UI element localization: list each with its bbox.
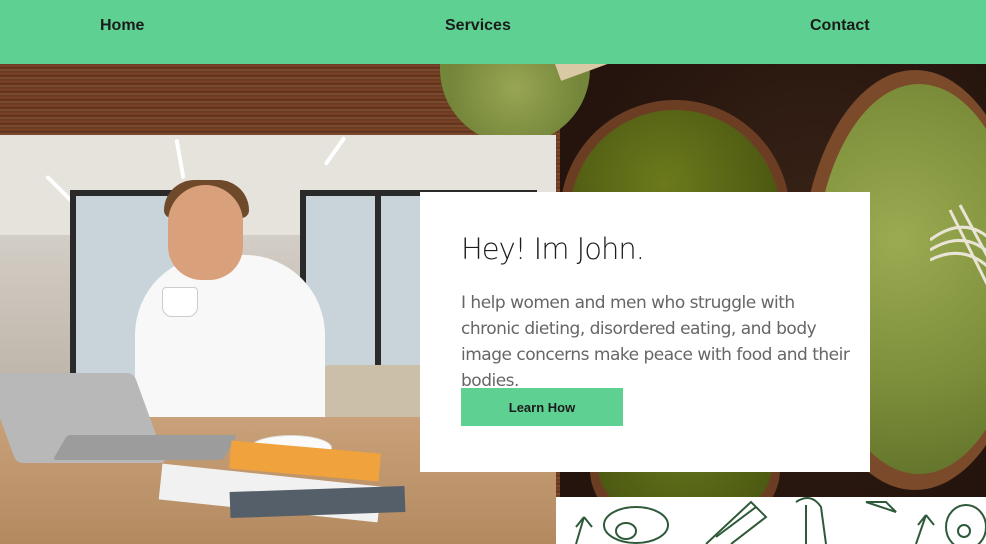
whisk-icon	[930, 204, 986, 286]
vegetable-icons	[575, 497, 986, 544]
nav-home-link[interactable]: Home	[100, 0, 144, 64]
intro-card: Hey! Im John. I help women and men who s…	[420, 192, 870, 472]
intro-description: I help women and men who struggle with c…	[461, 293, 850, 391]
intro-title: Hey! Im John.	[461, 232, 645, 266]
nav-services-link[interactable]: Services	[445, 0, 511, 64]
top-navigation: Home Services Contact	[0, 0, 986, 64]
learn-how-button[interactable]: Learn How	[461, 388, 623, 426]
food-illustration-strip	[556, 497, 986, 544]
nav-contact-link[interactable]: Contact	[810, 0, 870, 64]
